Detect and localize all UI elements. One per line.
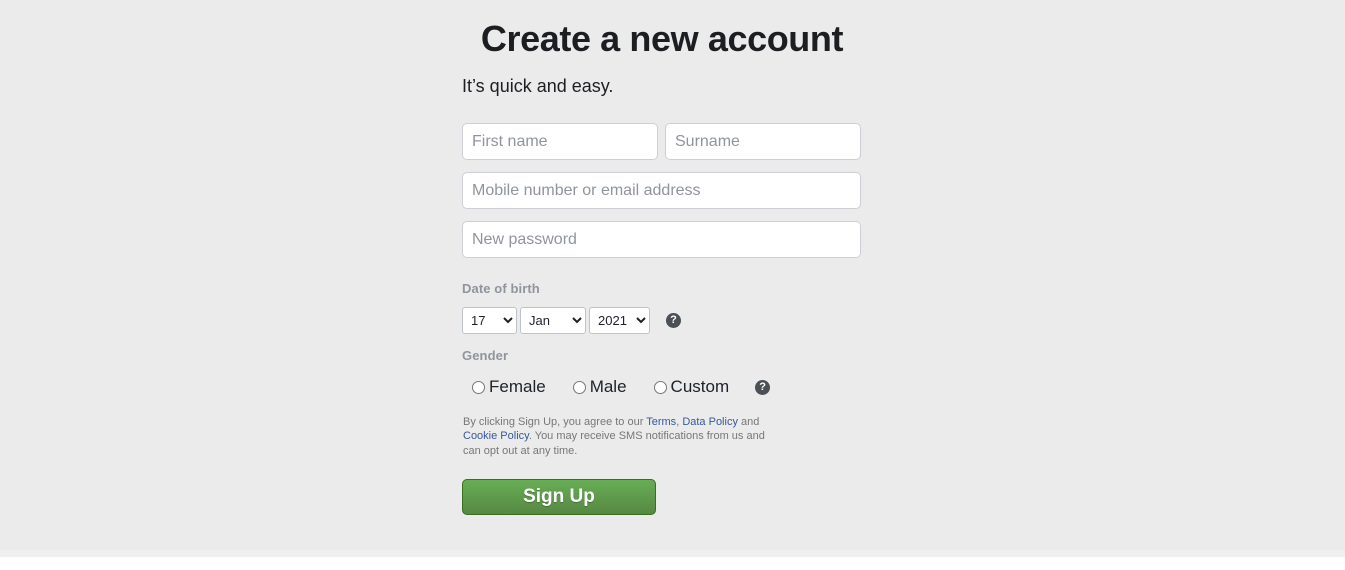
gender-option-custom[interactable]: Custom xyxy=(644,377,730,397)
gender-label: Gender xyxy=(462,348,509,363)
gender-help-icon[interactable]: ? xyxy=(755,379,771,395)
contact-field-row xyxy=(462,172,861,209)
gender-radio-female[interactable] xyxy=(472,380,485,394)
birth-day-select[interactable]: 1234567891011121314151617181920212223242… xyxy=(462,307,517,334)
date-of-birth-label: Date of birth xyxy=(462,281,540,296)
legal-disclaimer: By clicking Sign Up, you agree to our Te… xyxy=(463,415,771,458)
content-background xyxy=(0,0,1345,550)
new-password-input[interactable] xyxy=(462,221,861,258)
legal-text-part1: By clicking Sign Up, you agree to our xyxy=(463,416,647,428)
surname-input[interactable] xyxy=(665,123,861,160)
gender-option-label: Custom xyxy=(670,377,730,396)
birth-year-select[interactable]: 2021202020192018201720162015 xyxy=(589,307,650,334)
name-fields-row xyxy=(462,123,861,160)
cookie-policy-link[interactable]: Cookie Policy xyxy=(463,430,529,442)
gender-option-label: Male xyxy=(589,377,627,396)
gender-radio-custom[interactable] xyxy=(653,380,667,394)
page-title: Create a new account xyxy=(480,18,844,59)
page-subtitle: It’s quick and easy. xyxy=(462,76,614,96)
birth-month-select[interactable]: JanFebMarAprMayJunJulAugSepOctNovDec xyxy=(520,307,586,334)
data-policy-link[interactable]: Data Policy xyxy=(682,416,738,428)
gender-row: Female Male Custom ? xyxy=(462,377,771,397)
date-of-birth-help-icon[interactable]: ? xyxy=(666,313,681,328)
gender-option-male[interactable]: Male xyxy=(563,377,627,397)
date-of-birth-row: 1234567891011121314151617181920212223242… xyxy=(462,307,681,334)
sign-up-button[interactable]: Sign Up xyxy=(462,479,656,515)
mobile-or-email-input[interactable] xyxy=(462,172,861,209)
gender-option-label: Female xyxy=(489,377,546,396)
terms-link[interactable]: Terms xyxy=(646,416,676,428)
page-canvas: Create a new account It’s quick and easy… xyxy=(0,0,1345,570)
legal-separator: and xyxy=(737,416,760,428)
gender-radio-male[interactable] xyxy=(572,380,586,394)
gender-option-female[interactable]: Female xyxy=(462,377,546,397)
password-field-row xyxy=(462,221,861,258)
content-bottom-edge xyxy=(0,550,1345,557)
first-name-input[interactable] xyxy=(462,123,658,160)
